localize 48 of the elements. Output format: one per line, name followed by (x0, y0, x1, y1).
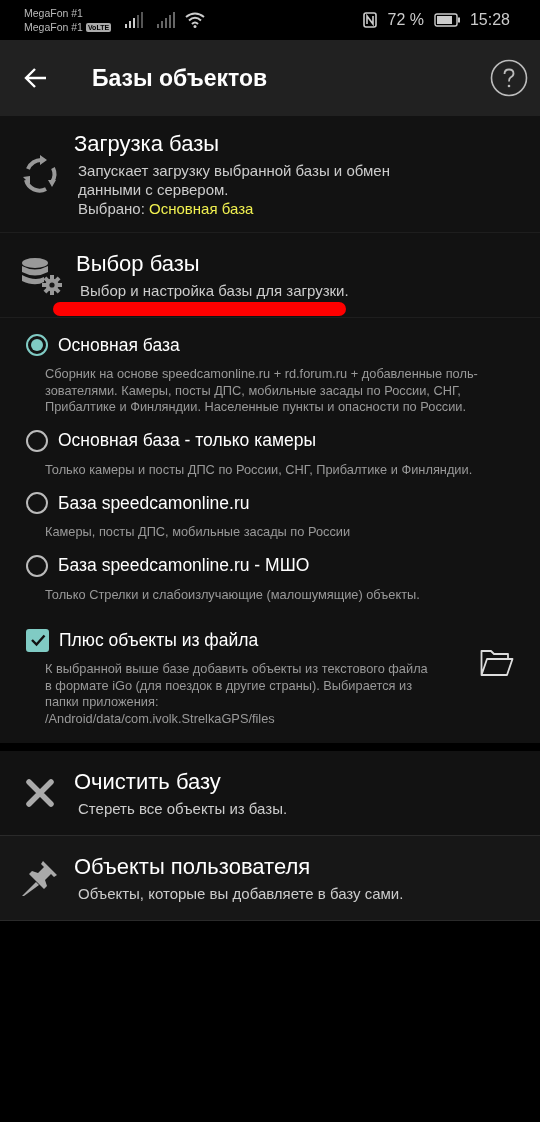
selected-base-name: Основная база (149, 199, 254, 217)
signal-icon (157, 12, 176, 28)
radio-option[interactable]: Основная база - только камеры (26, 423, 530, 458)
screen-title: Базы объектов (92, 64, 269, 92)
clear-database-item[interactable]: Очистить базу Стереть все объекты из базы. (0, 751, 540, 836)
item-title: Загрузка базы (74, 130, 221, 157)
radio-option[interactable]: Основная база (26, 328, 530, 362)
item-title: Очистить базу (74, 768, 222, 795)
radio-option[interactable]: База speedcamonline.ru (26, 486, 530, 520)
option-label: Плюс объекты из файла (59, 629, 259, 651)
folder-icon[interactable] (480, 649, 514, 677)
help-icon[interactable] (490, 59, 528, 97)
pin-icon (20, 858, 60, 898)
signal-icon (125, 12, 144, 28)
radio-button[interactable] (26, 429, 48, 452)
battery-percent: 72 % (387, 11, 424, 29)
load-database-item[interactable]: Загрузка базы Запускает загрузку выбранной базы и обмен данными с сервером. Выбрано: Основная база (0, 116, 540, 233)
option-description: Сборник на основе speedcamonline.ru + rd.forum.ru + добавленные поль- зователями. Камеры, посты ДПС, мобильные засады по России, СНГ, Прибалтике и Финляндии. Населенные пункты и опасности по России. (44, 366, 479, 416)
battery-icon (433, 13, 460, 27)
option-label: Основная база - только камеры (58, 430, 317, 451)
clock: 15:28 (469, 11, 510, 29)
option-description: Только Стрелки и слабоизлучающие (малошумящие) объекты. (44, 586, 421, 603)
checkbox-option[interactable]: Плюс объекты из файла (26, 623, 480, 657)
carrier-name: MegaFon #1 (24, 6, 84, 20)
nfc-icon (363, 12, 378, 28)
wifi-icon (185, 12, 206, 28)
radio-button[interactable] (26, 334, 48, 356)
selected-label: Выбрано: (78, 199, 145, 217)
option-description: Только камеры и посты ДПС по России, СНГ, Прибалтике и Финляндии. (44, 461, 474, 478)
option-label: Основная база (58, 334, 180, 356)
carrier-name: MegaFon #1 (24, 20, 83, 34)
option-description: К выбранной выше базе добавить объекты из текстового файла в формате iGo (для поездок в другие страны). Выбирается из папки приложения: /Android/data/com.ivolk.StrelkaGPS/files (44, 661, 429, 727)
database-gear-icon (20, 255, 62, 295)
radio-button[interactable] (26, 492, 48, 514)
item-title: Объекты пользователя (74, 853, 312, 880)
choose-database-item[interactable]: Выбор базы Выбор и настройка базы для загрузки. (0, 233, 540, 318)
item-description: Стереть все объекты из базы. (77, 798, 288, 818)
item-description: Выбор и настройка базы для загрузки. (79, 280, 349, 300)
option-description: Камеры, посты ДПС, мобильные засады по России (44, 524, 352, 541)
option-label: База speedcamonline.ru - МШО (58, 555, 310, 576)
user-objects-item[interactable]: Объекты пользователя Объекты, которые вы добавляете в базу сами. (0, 835, 540, 921)
checkbox[interactable] (26, 628, 49, 652)
radio-button[interactable] (26, 554, 48, 577)
option-label: База speedcamonline.ru (58, 492, 250, 514)
radio-option[interactable]: База speedcamonline.ru - МШО (26, 548, 530, 583)
item-description: Запускает загрузку выбранной базы и обмен данными с сервером. (77, 160, 391, 199)
item-description: Объекты, которые вы добавляете в базу сами. (77, 883, 404, 903)
item-title: Выбор базы (76, 250, 201, 277)
